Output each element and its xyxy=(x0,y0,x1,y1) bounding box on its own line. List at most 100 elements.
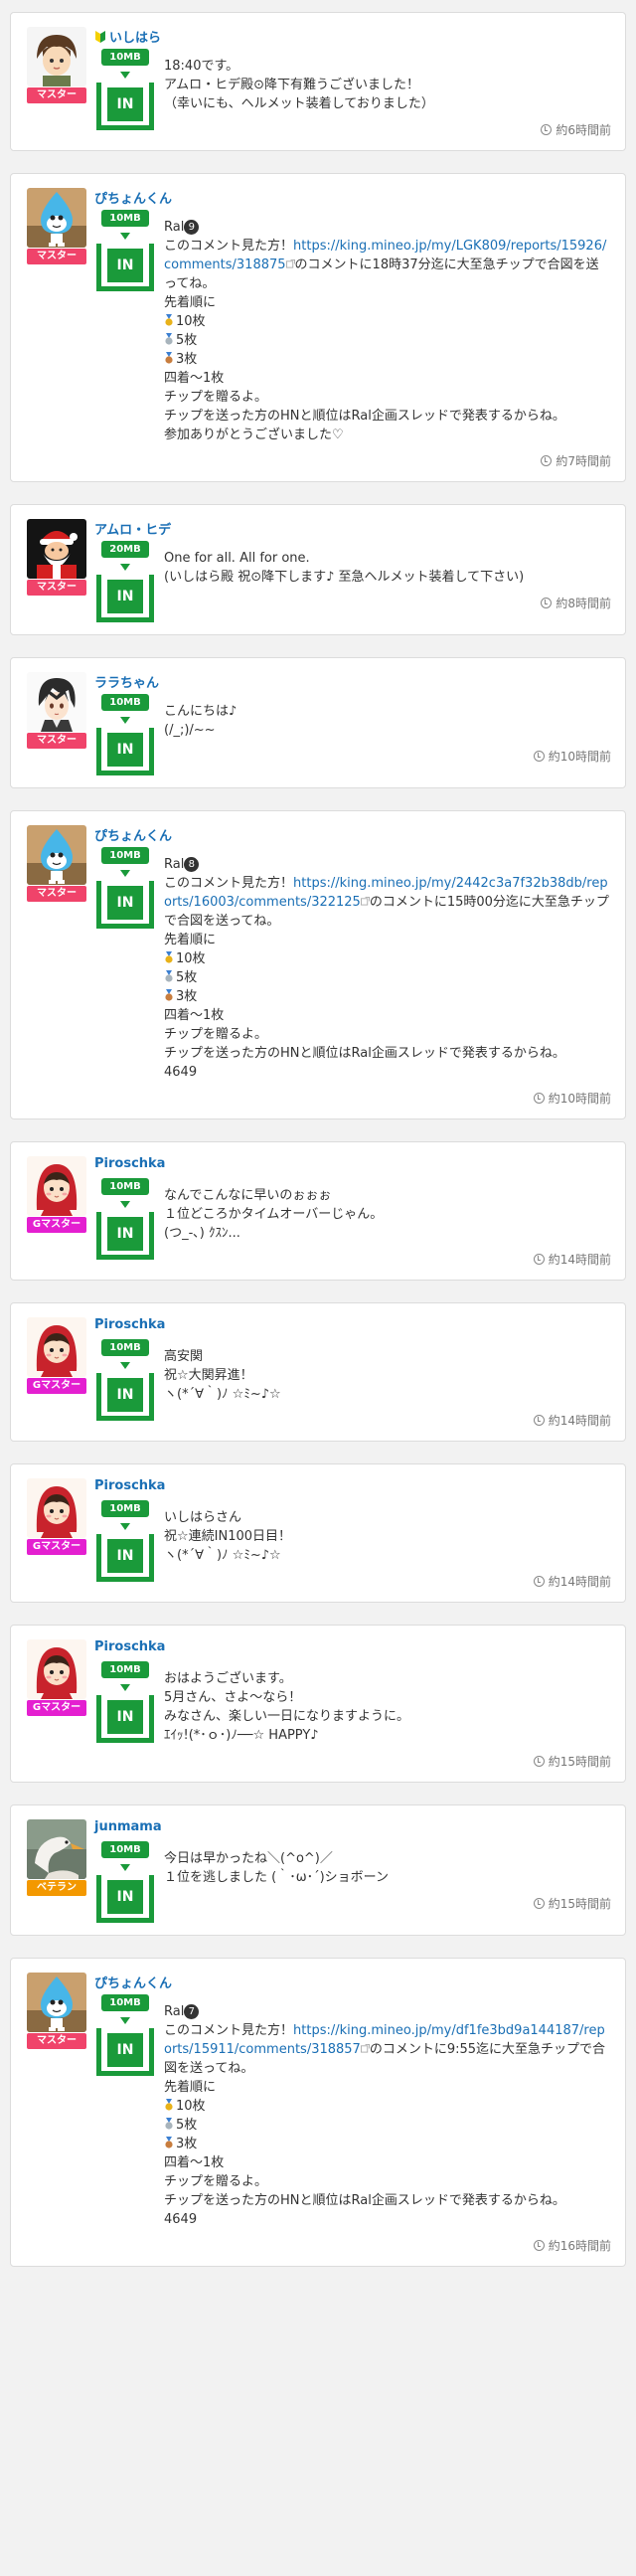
clock-icon xyxy=(541,455,553,466)
ral-heading: Ral 8 xyxy=(164,855,611,874)
tip-column: 20MB IN xyxy=(94,523,156,622)
bronze-medal-icon xyxy=(164,352,176,367)
in-box: IN xyxy=(96,1875,154,1923)
mb-tip-badge: 10MB xyxy=(101,1661,149,1678)
timestamp-text: 約16時間前 xyxy=(548,2239,611,2253)
timestamp: 約15時間前 xyxy=(164,1753,611,1770)
timestamp: 約14時間前 xyxy=(164,1573,611,1590)
rank-badge: ベテラン xyxy=(27,1880,86,1896)
author-name-text[interactable]: Piroschka xyxy=(94,1156,165,1171)
comment-body: One for all. All for one. (いしはら殿 祝⊙降下します♪… xyxy=(164,519,611,622)
comment-line: 参加ありがとうございました♡ xyxy=(164,426,611,444)
timestamp: 約10時間前 xyxy=(164,1090,611,1107)
author-name[interactable]: Piroschka xyxy=(94,1478,165,1493)
comment-line: (いしはら殿 祝⊙降下します♪ 至急ヘルメット装着して下さい) xyxy=(164,568,611,587)
comment-text: チップを送った方のHNと順位はRal企画スレッドで発表するからね。 xyxy=(164,2193,565,2208)
author-name-text[interactable]: Piroschka xyxy=(94,1639,165,1654)
avatar[interactable] xyxy=(27,1317,86,1377)
avatar[interactable] xyxy=(27,1478,86,1538)
author-column: Gマスター xyxy=(25,1317,88,1429)
avatar[interactable] xyxy=(27,1156,86,1216)
comment-text: チップを贈るよ。 xyxy=(164,390,268,405)
author-name-text[interactable]: Piroschka xyxy=(94,1478,165,1493)
comment-line: １位どころかタイムオーバーじゃん。 xyxy=(164,1205,611,1224)
author-column: マスター xyxy=(25,825,88,1107)
arrow-down-icon xyxy=(120,1362,130,1369)
comment-link-line: このコメント見た方！https://king.mineo.jp/my/2442c… xyxy=(164,874,611,931)
author-name-text[interactable]: ぴちょんくん xyxy=(94,188,172,207)
author-name-text[interactable]: junmama xyxy=(94,1819,162,1834)
tip-column: 10MB IN xyxy=(94,31,156,138)
avatar[interactable] xyxy=(27,1639,86,1699)
in-box: IN xyxy=(96,575,154,622)
avatar[interactable] xyxy=(27,519,86,579)
author-name-text[interactable]: ぴちょんくん xyxy=(94,825,172,844)
comment-text: １位どころかタイムオーバーじゃん。 xyxy=(164,1207,384,1222)
author-name[interactable]: ララちゃん xyxy=(94,672,159,691)
comment-line: 3枚 xyxy=(164,350,611,369)
author-name[interactable]: いしはら xyxy=(94,27,161,46)
avatar[interactable] xyxy=(27,27,86,86)
comment-line: 祝☆連続IN100日目！ xyxy=(164,1527,611,1546)
gold-medal-icon xyxy=(164,951,176,966)
clock-icon xyxy=(541,598,553,608)
comment-text: 祝☆大関昇進！ xyxy=(164,1368,253,1383)
author-column: マスター xyxy=(25,1973,88,2254)
comment-body: こんにちは♪ (/_;)/~~ 約10時間前 xyxy=(164,672,611,775)
comment-text: ヽ(*´∀｀)ﾉ ☆ﾐ~♪☆ xyxy=(164,1387,281,1402)
author-name-text[interactable]: ぴちょんくん xyxy=(94,1973,172,1991)
in-box: IN xyxy=(96,881,154,929)
link-prefix: このコメント見た方！ xyxy=(164,239,294,254)
tip-column: 10MB IN xyxy=(94,1321,156,1429)
comment-line: チップを贈るよ。 xyxy=(164,2172,611,2191)
in-box: IN xyxy=(96,1695,154,1743)
tip-column: 10MB IN xyxy=(94,1823,156,1923)
rank-badge: Gマスター xyxy=(27,1378,86,1394)
arrow-down-icon xyxy=(120,870,130,877)
author-name-text[interactable]: いしはら xyxy=(109,27,161,46)
comment-line: みなさん、楽しい一日になりますように。 xyxy=(164,1707,611,1726)
arrow-down-icon xyxy=(120,717,130,724)
author-name-text[interactable]: アムロ・ヒデ xyxy=(94,519,171,538)
comment-text: (/_;)/~~ xyxy=(164,723,216,738)
comment-line: なんでこんなに早いのぉぉぉ xyxy=(164,1186,611,1205)
avatar[interactable] xyxy=(27,672,86,732)
in-label: IN xyxy=(107,579,143,613)
in-box: IN xyxy=(96,244,154,291)
author-name[interactable]: ぴちょんくん xyxy=(94,188,172,207)
comment-body: おはようございます。 5月さん、さよ〜なら！ みなさん、楽しい一日になりますように。… xyxy=(164,1639,611,1770)
external-link-icon xyxy=(360,895,370,910)
avatar[interactable] xyxy=(27,1973,86,2032)
in-box: IN xyxy=(96,728,154,775)
author-name[interactable]: junmama xyxy=(94,1819,162,1834)
avatar[interactable] xyxy=(27,825,86,885)
comment-text: One for all. All for one. xyxy=(164,551,310,566)
rank-badge: Gマスター xyxy=(27,1217,86,1233)
arrow-down-icon xyxy=(120,233,130,240)
comment-body: 高安関祝☆大関昇進！ ヽ(*´∀｀)ﾉ ☆ﾐ~♪☆ 約14時間前 xyxy=(164,1317,611,1429)
author-name[interactable]: アムロ・ヒデ xyxy=(94,519,171,538)
author-column: Gマスター xyxy=(25,1156,88,1268)
author-name[interactable]: Piroschka xyxy=(94,1156,165,1171)
comment-text: 今日は早かったね＼(^o^)／ xyxy=(164,1851,333,1866)
arrow-down-icon xyxy=(120,1201,130,1208)
avatar[interactable] xyxy=(27,188,86,248)
beginner-mark-icon xyxy=(94,30,106,44)
in-label: IN xyxy=(107,1699,143,1734)
comment-line: 高安関 xyxy=(164,1347,611,1366)
arrow-down-icon xyxy=(120,564,130,571)
timestamp-text: 約14時間前 xyxy=(548,1414,611,1428)
author-name[interactable]: Piroschka xyxy=(94,1639,165,1654)
arrow-down-icon xyxy=(120,1684,130,1691)
comment-line: （幸いにも、ヘルメット装着しておりました） xyxy=(164,94,611,113)
author-name-text[interactable]: ララちゃん xyxy=(94,672,159,691)
avatar[interactable] xyxy=(27,1819,86,1879)
comment-line: チップを贈るよ。 xyxy=(164,1025,611,1044)
comment-text: 4649 xyxy=(164,2212,198,2227)
mb-tip-badge: 10MB xyxy=(101,847,149,864)
author-name[interactable]: ぴちょんくん xyxy=(94,1973,172,1991)
author-name-text[interactable]: Piroschka xyxy=(94,1317,165,1332)
author-column: ベテラン xyxy=(25,1819,88,1923)
author-name[interactable]: ぴちょんくん xyxy=(94,825,172,844)
author-name[interactable]: Piroschka xyxy=(94,1317,165,1332)
